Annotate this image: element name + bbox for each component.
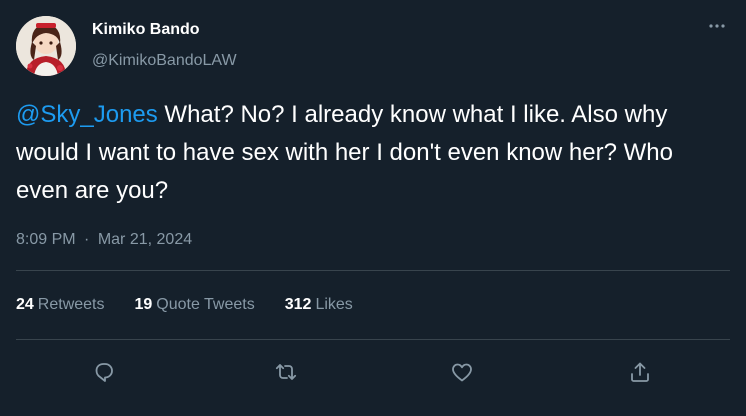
tweet-card: Kimiko Bando @KimikoBandoLAW @Sky_Jones …	[0, 0, 746, 416]
avatar-image	[16, 16, 76, 76]
avatar[interactable]	[16, 16, 76, 76]
divider-top	[16, 270, 730, 271]
mention-link[interactable]: @Sky_Jones	[16, 101, 158, 128]
share-button[interactable]	[624, 356, 656, 388]
tweet-timestamp[interactable]: 8:09 PM · Mar 21, 2024	[16, 231, 192, 249]
display-name[interactable]: Kimiko Bando	[92, 21, 200, 39]
reply-button[interactable]	[88, 356, 120, 388]
likes-stat[interactable]: 312 Likes	[285, 296, 353, 314]
more-icon	[709, 24, 725, 28]
like-icon	[452, 363, 472, 382]
more-options-button[interactable]	[700, 14, 734, 38]
reply-icon	[95, 363, 113, 382]
likes-label: Likes	[315, 296, 353, 313]
action-bar	[0, 356, 746, 388]
retweets-count: 24	[16, 296, 34, 313]
quote-tweets-label: Quote Tweets	[156, 296, 255, 313]
tweet-date: Mar 21, 2024	[97, 231, 193, 248]
meta-separator: ·	[84, 231, 90, 248]
retweet-icon	[275, 364, 297, 380]
share-icon	[631, 362, 649, 382]
quote-tweets-stat[interactable]: 19 Quote Tweets	[135, 296, 255, 314]
divider-bottom	[16, 339, 730, 340]
tweet-text: @Sky_Jones What? No? I already know what…	[16, 96, 728, 210]
tweet-stats: 24 Retweets 19 Quote Tweets 312 Likes	[16, 296, 383, 314]
likes-count: 312	[284, 296, 312, 313]
quote-tweets-count: 19	[134, 296, 153, 313]
retweet-button[interactable]	[270, 356, 302, 388]
tweet-time: 8:09 PM	[16, 231, 76, 248]
retweets-stat[interactable]: 24 Retweets	[16, 296, 105, 314]
like-button[interactable]	[446, 356, 478, 388]
retweets-label: Retweets	[37, 296, 105, 313]
user-handle[interactable]: @KimikoBandoLAW	[92, 52, 237, 70]
